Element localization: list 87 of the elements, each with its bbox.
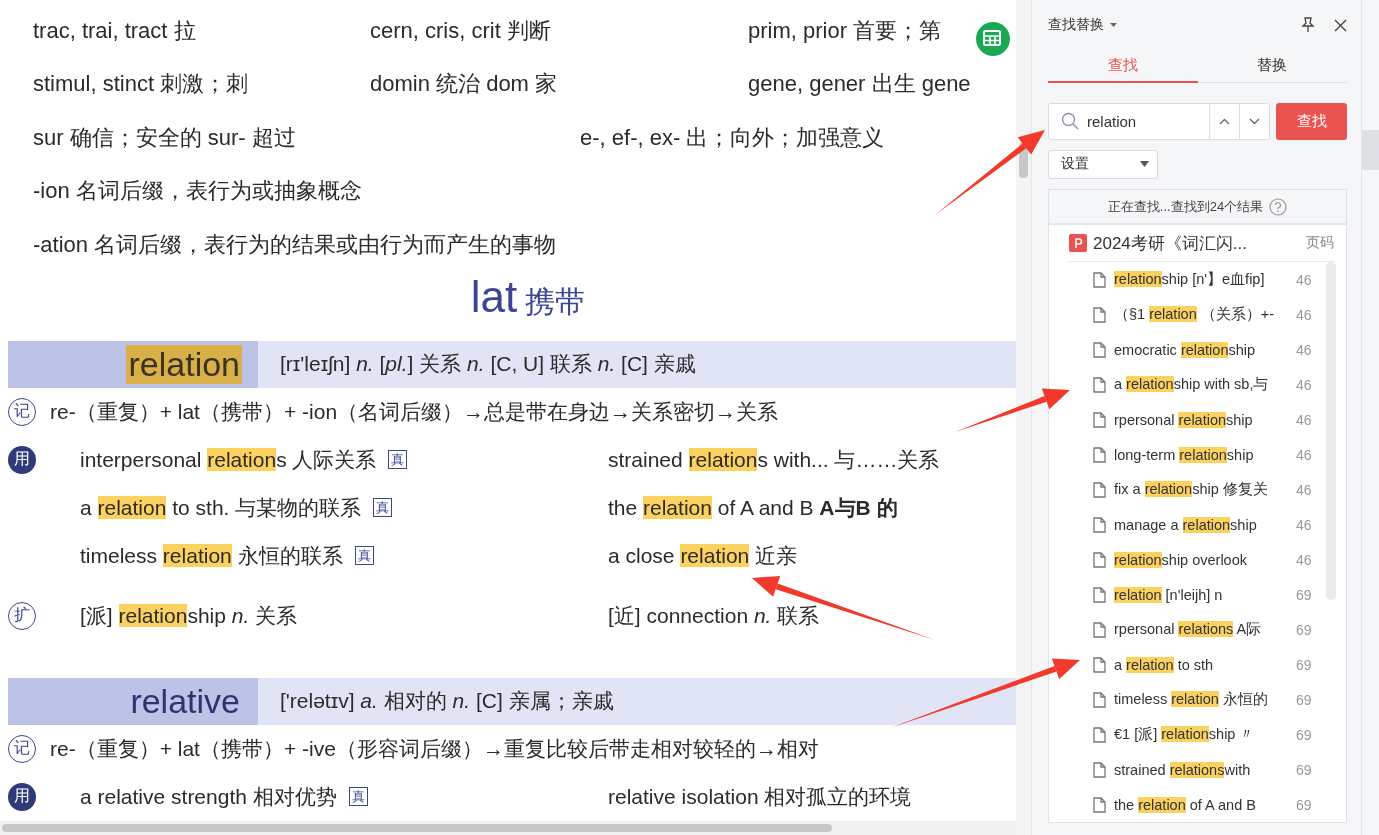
phrase-text: [近] connection n. 联系 xyxy=(608,603,820,629)
result-item[interactable]: relationship [n'】e血fip] 46 xyxy=(1049,262,1326,297)
result-item[interactable]: long-term relationship 46 xyxy=(1049,437,1326,472)
caret-icon[interactable] xyxy=(1110,23,1117,28)
section-marker: 用 xyxy=(8,783,36,811)
scrollbar-thumb[interactable] xyxy=(1326,262,1336,600)
document-icon xyxy=(1093,796,1106,813)
root-text: e-, ef-, ex- 出；向外；加强意义 xyxy=(580,123,885,152)
definition-text: [rɪ'leɪʃn] n. [pl.] 关系 n. [C, U] 联系 n. [C] 亲戚 xyxy=(280,351,696,378)
caret-icon xyxy=(1140,161,1149,168)
page-column-header: 页码 xyxy=(1306,234,1334,252)
memo-text: re-（重复）+ lat（携带）+ -ive（形容词后缀）→重复比较后带走相对较轻的→相对 xyxy=(50,736,819,762)
phrase-text: relative isolation 相对孤立的环境 xyxy=(608,784,912,810)
phrase-text: the relation of A and B A与B 的 xyxy=(608,494,898,521)
exam-badge: 真 xyxy=(388,450,408,470)
document-icon xyxy=(1093,341,1106,358)
result-item[interactable]: （§1 relation （关系）+- 46 xyxy=(1049,297,1326,332)
suffix-text: -ion 名词后缀，表行为或抽象概念 xyxy=(33,177,362,206)
document-icon xyxy=(1093,481,1106,498)
scrollbar-thumb[interactable] xyxy=(2,824,832,832)
document-icon xyxy=(1093,726,1106,743)
result-item[interactable]: timeless relation 永恒的 69 xyxy=(1049,682,1326,717)
root-heading: lat xyxy=(470,271,518,322)
search-field[interactable]: relation xyxy=(1048,102,1270,140)
panel-tab[interactable]: 替换 xyxy=(1197,50,1347,83)
table-app-icon[interactable] xyxy=(976,22,1010,56)
result-item[interactable]: rpersonal relations A际 69 xyxy=(1049,612,1326,647)
phrase-text: a relative strength 相对优势 xyxy=(80,784,337,810)
result-item[interactable]: relationship overlook 46 xyxy=(1049,542,1326,577)
find-button[interactable]: 查找 xyxy=(1276,102,1347,140)
pdf-icon xyxy=(1069,234,1087,252)
result-item[interactable]: emocratic relationship 46 xyxy=(1049,332,1326,367)
document-icon xyxy=(1093,516,1106,533)
phrase-text: strained relations with... 与……关系 xyxy=(608,446,940,473)
exam-badge: 真 xyxy=(348,787,368,807)
result-item[interactable]: a relation to sth 69 xyxy=(1049,647,1326,682)
result-item[interactable]: fix a relationship 修复关 46 xyxy=(1049,472,1326,507)
root-text: domin 统治 dom 家 xyxy=(370,70,558,99)
result-item[interactable]: relation [n'leijh] n 69 xyxy=(1049,577,1326,612)
document-icon xyxy=(1093,306,1106,323)
help-icon[interactable] xyxy=(1269,197,1288,216)
document-icon xyxy=(1093,761,1106,778)
settings-dropdown[interactable]: 设置 xyxy=(1048,149,1158,179)
memo-text: re-（重复）+ lat（携带）+ -ion（名词后缀）→总是带在身边→关系密切→关系 xyxy=(50,399,779,425)
suffix-text: -ation 名词后缀，表行为的结果或由行为而产生的事物 xyxy=(33,230,557,259)
headword: relative xyxy=(129,682,241,721)
document-icon xyxy=(1093,271,1106,288)
root-text: prim, prior 首要；第 xyxy=(748,16,942,45)
section-marker: 用 xyxy=(8,446,36,474)
exam-badge: 真 xyxy=(354,546,374,566)
phrase-text: timeless relation 永恒的联系 xyxy=(80,542,343,569)
phrase-text: a relation to sth. 与某物的联系 xyxy=(80,494,362,521)
chevron-down-icon xyxy=(1249,117,1260,125)
root-text: trac, trai, tract 拉 xyxy=(33,16,196,45)
chevron-up-icon xyxy=(1219,117,1230,125)
root-text: gene, gener 出生 gene xyxy=(748,70,971,99)
document-icon xyxy=(1093,656,1106,673)
definition-text: ['relətɪv] a. 相对的 n. [C] 亲属；亲戚 xyxy=(280,688,614,715)
document-icon xyxy=(1093,446,1106,463)
file-name[interactable]: 2024考研《词汇闪... xyxy=(1093,231,1306,255)
search-icon xyxy=(1061,112,1079,131)
result-item[interactable]: a relationship with sb,与 46 xyxy=(1049,367,1326,402)
exam-badge: 真 xyxy=(373,498,393,518)
vertical-scrollbar[interactable] xyxy=(1016,0,1031,835)
document-icon xyxy=(1093,586,1106,603)
root-meaning: 携带 xyxy=(525,283,586,320)
document-icon xyxy=(1093,551,1106,568)
horizontal-scrollbar[interactable] xyxy=(0,821,1016,835)
status-text: 正在查找...查找到24个结果 xyxy=(1107,197,1264,216)
root-text: stimul, stinct 刺激；刺 xyxy=(33,70,249,99)
root-text: sur 确信；安全的 sur- 超过 xyxy=(33,123,296,152)
search-input[interactable]: relation xyxy=(1079,112,1209,130)
root-text: cern, cris, crit 判断 xyxy=(370,16,551,45)
document-icon xyxy=(1093,691,1106,708)
panel-title[interactable]: 查找替换 xyxy=(1048,16,1104,35)
result-item[interactable]: the relation of A and B 69 xyxy=(1049,787,1326,822)
result-item[interactable]: €1 [派] relationship 〃 69 xyxy=(1049,717,1326,752)
phrase-text: [派] relationship n. 关系 xyxy=(80,602,298,629)
headword: relation xyxy=(126,345,242,384)
close-icon[interactable] xyxy=(1334,18,1347,32)
document-icon xyxy=(1093,376,1106,393)
next-button[interactable] xyxy=(1239,103,1269,139)
phrase-text: interpersonal relations 人际关系 xyxy=(80,446,377,473)
phrase-text: a close relation 近亲 xyxy=(608,542,798,569)
document-icon xyxy=(1093,621,1106,638)
document-icon xyxy=(1093,411,1106,428)
pin-icon[interactable] xyxy=(1300,17,1316,34)
